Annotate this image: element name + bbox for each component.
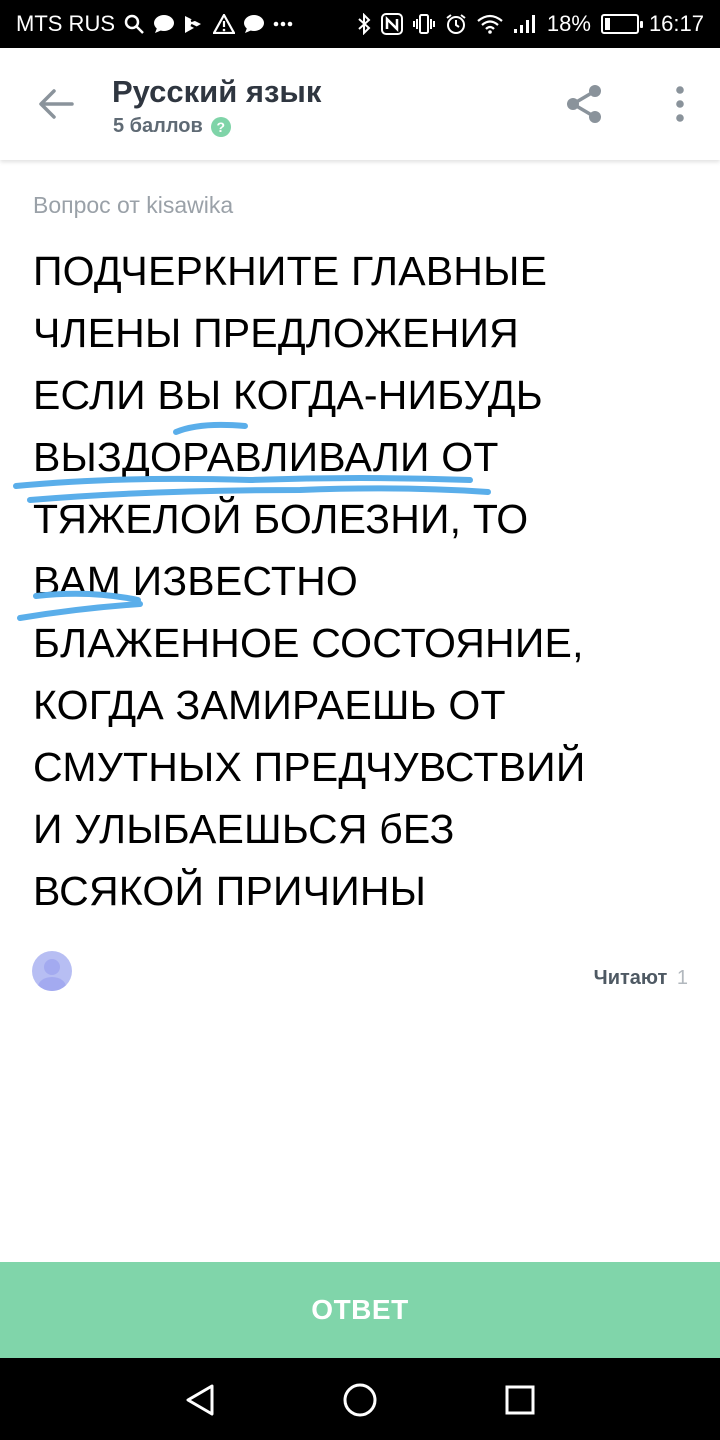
- question-line: И УЛЫБАЕШЬСЯ бЕЗ: [33, 806, 455, 852]
- app-icon: [183, 12, 205, 36]
- question-line: СМУТНЫХ ПРЕДЧУВСТВИЙ: [33, 744, 586, 790]
- question-line: КОГДА ЗАМИРАЕШЬ ОТ: [33, 682, 506, 728]
- status-bar: MTS RUS 18% 16:17: [0, 0, 720, 48]
- battery-percent: 18%: [546, 11, 591, 36]
- question-line: ПОДЧЕРКНИТЕ ГЛАВНЫЕ: [33, 248, 548, 294]
- chat-icon: [153, 12, 175, 36]
- question-line: ТЯЖЕЛОЙ БОЛЕЗНИ, ТО: [33, 496, 529, 542]
- vibrate-icon: [412, 12, 435, 36]
- more-vertical-icon: [676, 86, 684, 122]
- alarm-icon: [445, 12, 467, 36]
- more-options-button[interactable]: [660, 78, 700, 130]
- square-recents-icon: [505, 1385, 535, 1415]
- triangle-back-icon: [186, 1384, 214, 1416]
- wifi-icon: [477, 12, 503, 36]
- page-title: Русский язык: [112, 74, 322, 109]
- question-author: Вопрос от kisawika: [33, 192, 234, 218]
- answer-button[interactable]: ОТВЕТ: [0, 1262, 720, 1358]
- nfc-icon: [380, 12, 403, 36]
- question-line: ЧЛЕНЫ ПРЕДЛОЖЕНИЯ: [33, 310, 519, 356]
- question-line: ЕСЛИ ВЫ КОГДА-НИБУДЬ: [33, 372, 543, 418]
- avatar[interactable]: [32, 951, 72, 991]
- nav-recents-button[interactable]: [500, 1380, 540, 1420]
- question-line: ВСЯКОЙ ПРИЧИНЫ: [33, 868, 427, 914]
- reading-counter: Читают 1: [594, 967, 688, 990]
- carrier-name: MTS RUS: [16, 11, 115, 36]
- page: MTS RUS 18% 16:17 Русский язык 5 баллов …: [0, 0, 720, 1440]
- warning-icon: [213, 12, 235, 36]
- question-line: ВАМ ИЗВЕСТНО: [33, 558, 358, 604]
- share-button[interactable]: [560, 78, 608, 130]
- question-text: ПОДЧЕРКНИТЕ ГЛАВНЫЕ ЧЛЕНЫ ПРЕДЛОЖЕНИЯ ЕС…: [33, 240, 683, 922]
- question-line: ВЫЗДОРАВЛИВАЛИ ОТ: [33, 434, 499, 480]
- nav-home-button[interactable]: [340, 1380, 380, 1420]
- status-right: 18% 16:17: [357, 11, 704, 37]
- reading-label: Читают: [593, 967, 668, 989]
- app-header: Русский язык 5 баллов ?: [0, 48, 720, 160]
- clock: 16:17: [648, 11, 704, 36]
- status-left: MTS RUS: [16, 11, 293, 37]
- navigation-bar: [0, 1358, 720, 1440]
- arrow-left-icon: [39, 89, 74, 119]
- chat-icon: [243, 12, 265, 36]
- more-icon: [273, 12, 293, 36]
- search-icon: [123, 12, 145, 36]
- back-button[interactable]: [28, 76, 84, 132]
- help-icon[interactable]: ?: [210, 116, 231, 137]
- nav-back-button[interactable]: [180, 1380, 220, 1420]
- circle-home-icon: [343, 1383, 377, 1417]
- bluetooth-icon: [357, 12, 371, 36]
- points-value: 5 баллов: [113, 115, 203, 137]
- signal-icon: [513, 12, 537, 36]
- battery-level: [604, 18, 610, 30]
- question-line: БЛАЖЕННОЕ СОСТОЯНИЕ,: [33, 620, 584, 666]
- points-label: 5 баллов ?: [113, 115, 231, 138]
- battery-icon: [600, 14, 643, 34]
- reading-count: 1: [676, 967, 688, 989]
- share-icon: [567, 85, 601, 123]
